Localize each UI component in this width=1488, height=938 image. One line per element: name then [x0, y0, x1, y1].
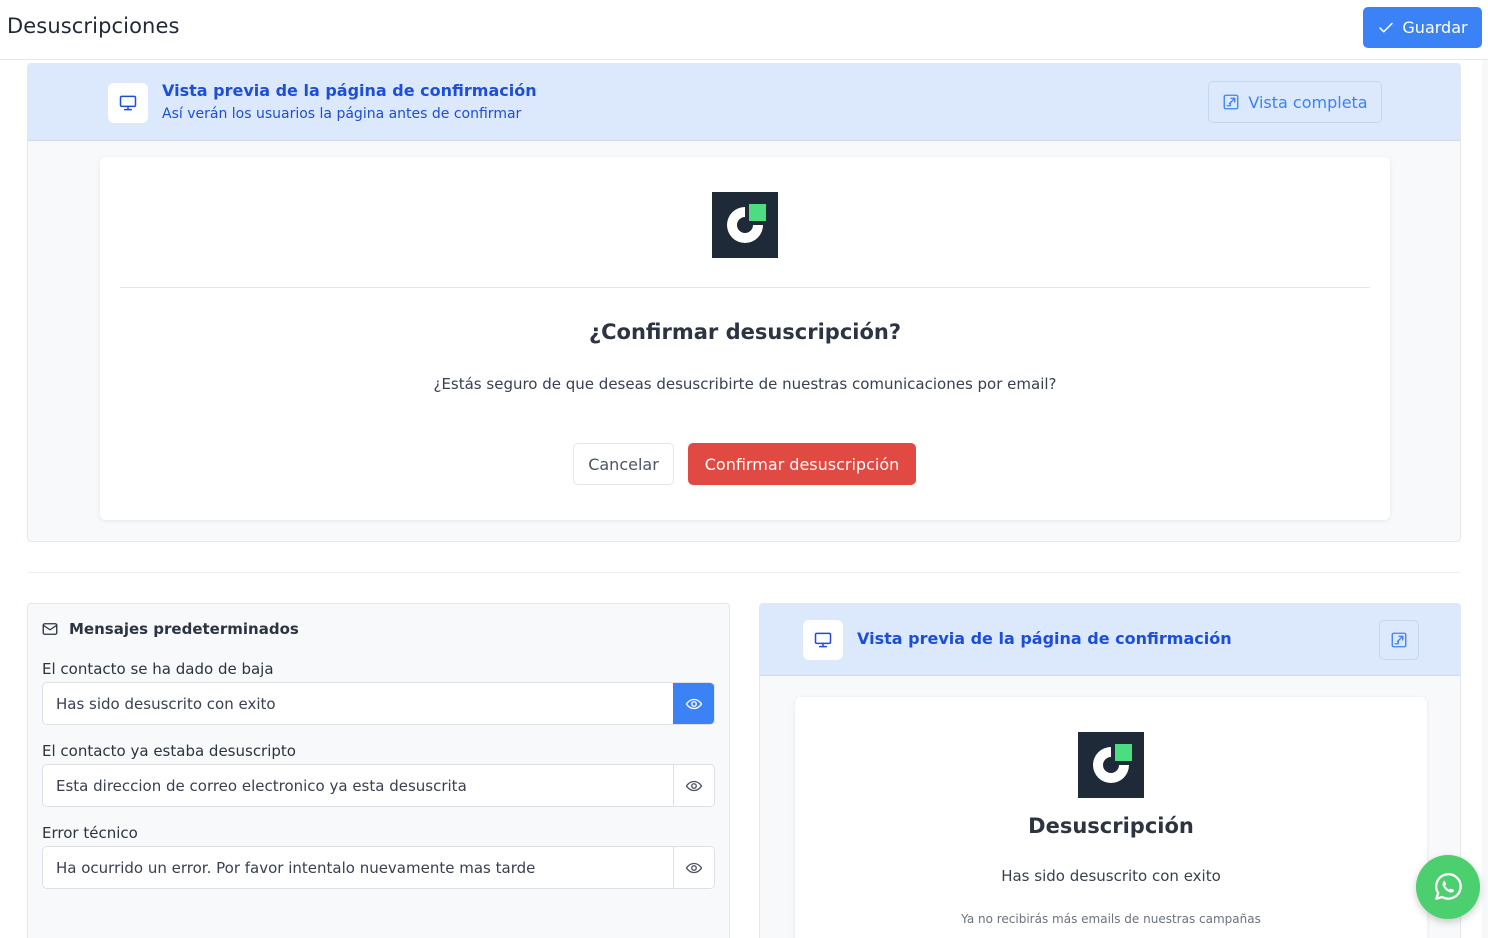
expand-preview-button[interactable]: [1379, 620, 1419, 660]
whatsapp-icon: [1435, 873, 1462, 900]
check-icon: [1379, 22, 1394, 32]
preview-header: Vista previa de la página de confirmació…: [28, 64, 1460, 141]
default-messages-panel: Mensajes predeterminados El contacto se …: [27, 603, 730, 938]
result-message: Has sido desuscrito con exito: [1001, 867, 1221, 885]
field-label-already-unsubscribed: El contacto ya estaba desuscripto: [42, 742, 296, 760]
field-already-unsubscribed: [42, 764, 715, 807]
main-content: Vista previa de la página de confirmació…: [0, 60, 1482, 938]
confirm-unsubscribe-button[interactable]: Confirmar desuscripción: [688, 443, 916, 485]
mail-icon: [42, 623, 58, 635]
page-title: Desuscripciones: [7, 14, 180, 38]
whatsapp-button[interactable]: [1416, 855, 1480, 919]
cancel-button[interactable]: Cancelar: [573, 443, 674, 485]
full-view-label: Vista completa: [1248, 92, 1368, 112]
section-divider: [27, 572, 1461, 573]
confirm-title: ¿Confirmar desuscripción?: [588, 320, 902, 344]
result-preview-header: Vista previa de la página de confirmació…: [760, 604, 1460, 676]
result-heading: Desuscripción: [1028, 814, 1194, 838]
preview-subtitle: Así verán los usuarios la página antes d…: [162, 106, 522, 122]
result-preview-panel: Vista previa de la página de confirmació…: [759, 603, 1461, 938]
preview-technical-error-button[interactable]: [673, 847, 714, 888]
save-button-label: Guardar: [1402, 18, 1468, 37]
preview-unsubscribed-button[interactable]: [673, 683, 714, 724]
unsubscribed-message-input[interactable]: [43, 683, 675, 724]
top-bar: Desuscripciones Guardar: [0, 0, 1488, 60]
result-note: Ya no recibirás más emails de nuestras c…: [961, 912, 1261, 926]
eye-icon: [685, 780, 703, 791]
messages-title: Mensajes predeterminados: [69, 620, 299, 638]
confirmation-card: ¿Confirmar desuscripción? ¿Estás seguro …: [100, 157, 1390, 520]
monitor-icon: [803, 620, 843, 660]
result-preview-title: Vista previa de la página de confirmació…: [857, 629, 1232, 648]
eye-icon: [685, 698, 703, 709]
preview-already-unsubscribed-button[interactable]: [673, 765, 714, 806]
field-label-technical-error: Error técnico: [42, 824, 138, 842]
already-unsubscribed-message-input[interactable]: [43, 765, 675, 806]
card-divider: [120, 287, 1370, 288]
save-button[interactable]: Guardar: [1363, 7, 1482, 48]
field-label-unsubscribed: El contacto se ha dado de baja: [42, 660, 274, 678]
eye-icon: [685, 862, 703, 873]
messages-header: Mensajes predeterminados: [41, 620, 299, 638]
logo-icon: [1078, 732, 1144, 798]
preview-title: Vista previa de la página de confirmació…: [162, 81, 537, 100]
external-link-icon: [1223, 94, 1239, 110]
confirmation-preview-panel: Vista previa de la página de confirmació…: [27, 63, 1461, 542]
field-technical-error: [42, 846, 715, 889]
monitor-icon: [108, 83, 148, 123]
logo-icon: [712, 192, 778, 258]
result-card: Desuscripción Has sido desuscrito con ex…: [795, 697, 1427, 938]
confirm-text: ¿Estás seguro de que deseas desuscribirt…: [433, 375, 1057, 393]
external-link-icon: [1391, 632, 1407, 648]
field-unsubscribed: [42, 682, 715, 725]
technical-error-message-input[interactable]: [43, 847, 675, 888]
full-view-button[interactable]: Vista completa: [1208, 81, 1382, 123]
